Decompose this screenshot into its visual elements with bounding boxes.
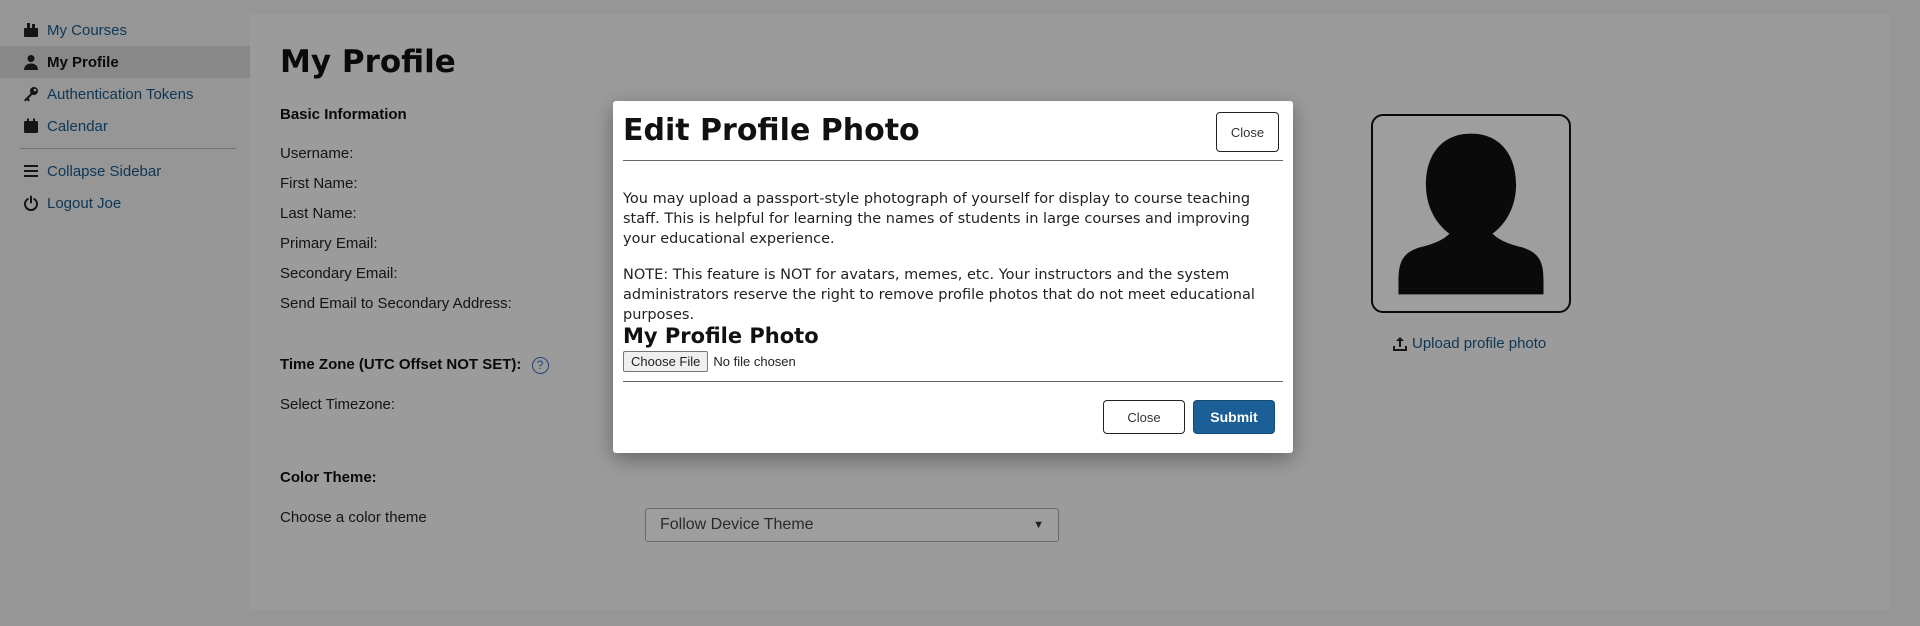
edit-photo-modal: Edit Profile Photo Close You may upload … xyxy=(613,101,1293,453)
choose-file-button[interactable]: Choose File xyxy=(623,351,709,372)
modal-divider-bottom xyxy=(623,381,1283,382)
modal-subtitle: My Profile Photo xyxy=(623,324,819,348)
submit-button[interactable]: Submit xyxy=(1193,400,1275,434)
modal-description: You may upload a passport-style photogra… xyxy=(623,191,1251,247)
close-bottom-button[interactable]: Close xyxy=(1103,400,1185,434)
file-status: No file chosen xyxy=(713,354,796,369)
close-top-button[interactable]: Close xyxy=(1216,112,1279,152)
modal-title: Edit Profile Photo xyxy=(623,113,920,148)
modal-divider-top xyxy=(623,160,1283,161)
modal-note: NOTE: This feature is NOT for avatars, m… xyxy=(623,267,1255,323)
file-input: Choose File No file chosen xyxy=(623,351,796,372)
